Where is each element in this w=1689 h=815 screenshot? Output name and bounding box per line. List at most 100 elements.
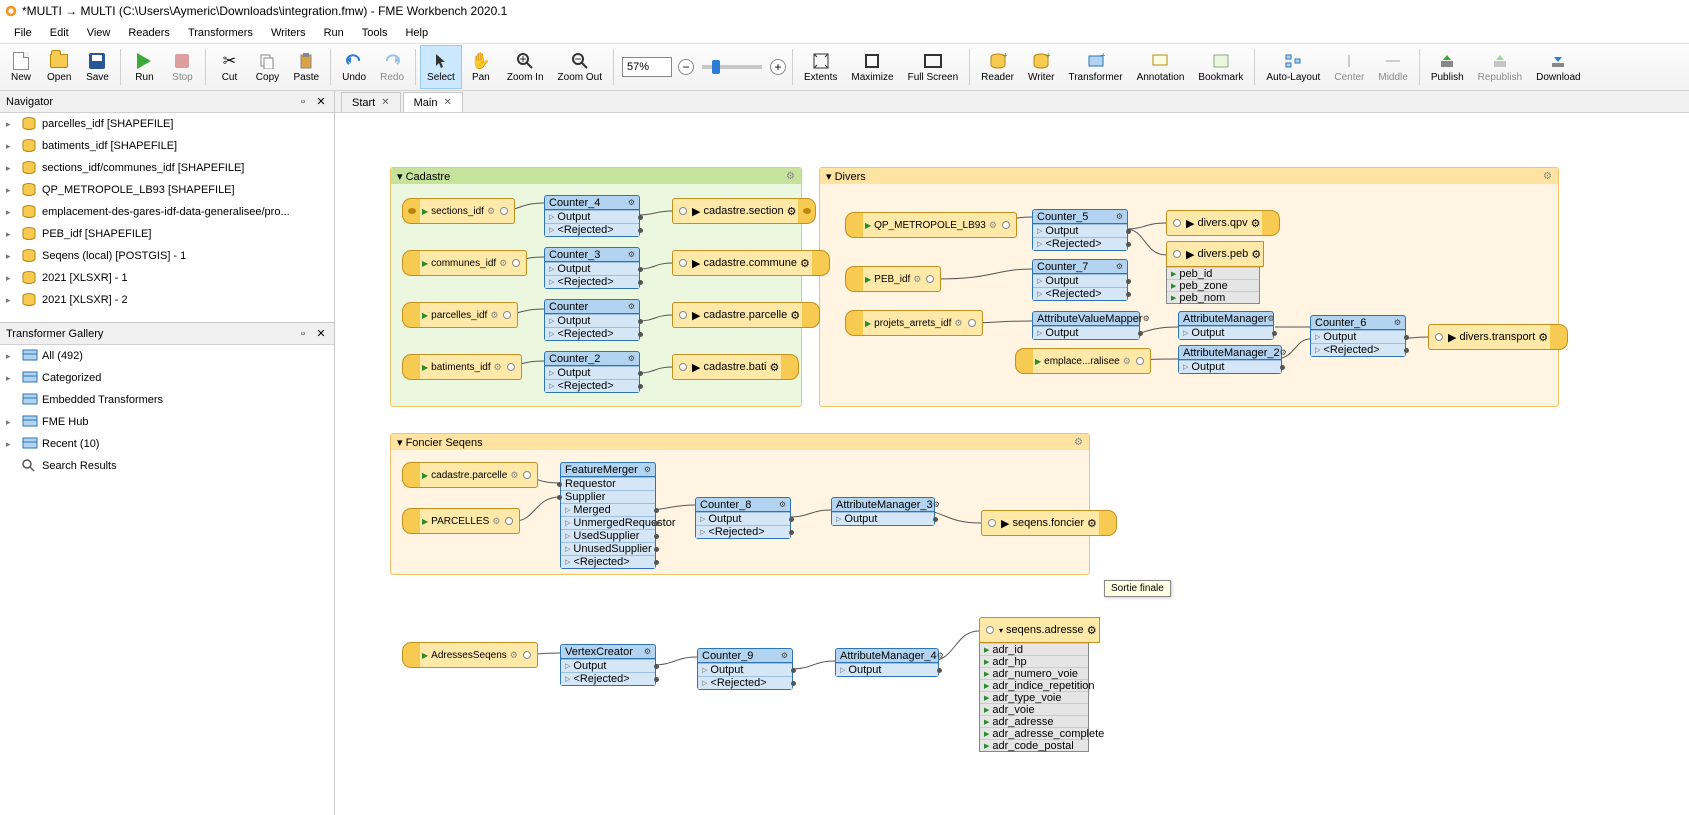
reader-parcelles-caps[interactable]: ▶PARCELLES⚙ (402, 508, 520, 534)
toolbar-undo-button[interactable]: Undo (335, 45, 373, 89)
navigator-item[interactable]: ▸QP_METROPOLE_LB93 [SHAPEFILE] (0, 179, 334, 201)
menu-writers[interactable]: Writers (263, 25, 314, 41)
toolbar-zoom-in-button[interactable]: Zoom In (500, 45, 551, 89)
navigator-item[interactable]: ▸2021 [XLSXR] - 1 (0, 267, 334, 289)
navigator-item[interactable]: ▸batiments_idf [SHAPEFILE] (0, 135, 334, 157)
toolbar-publish-button[interactable]: Publish (1424, 45, 1471, 89)
menu-run[interactable]: Run (316, 25, 352, 41)
close-icon[interactable]: ✕ (443, 97, 451, 108)
toolbar-cut-button[interactable]: ✂Cut (210, 45, 248, 89)
transformer-feature-merger[interactable]: FeatureMerger⚙ Requestor Supplier ▷Merge… (560, 462, 656, 569)
toolbar-zoom-out-button[interactable]: Zoom Out (551, 45, 609, 89)
transformer-counter-6[interactable]: Counter_6⚙ ▷Output ▷<Rejected> (1310, 315, 1406, 357)
reader-projets-arrets[interactable]: ▶projets_arrets_idf⚙ (845, 310, 983, 336)
reader-communes-idf[interactable]: ▶communes_idf⚙ (402, 250, 527, 276)
navigator-item[interactable]: ▸PEB_idf [SHAPEFILE] (0, 223, 334, 245)
writer-divers-transport[interactable]: ▶divers.transport⚙ (1428, 324, 1568, 350)
menu-view[interactable]: View (79, 25, 119, 41)
navigator-undock-icon[interactable]: ▫ (296, 95, 310, 109)
writer-cadastre-parcelle[interactable]: ▶cadastre.parcelle⚙ (672, 302, 820, 328)
navigator-item[interactable]: ▸parcelles_idf [SHAPEFILE] (0, 113, 334, 135)
reader-parcelles-idf[interactable]: ▶parcelles_idf⚙ (402, 302, 518, 328)
gallery-item[interactable]: ▸All (492) (0, 345, 334, 367)
writer-cadastre-section[interactable]: ▶cadastre.section⚙ (672, 198, 816, 224)
transformer-attribute-manager-4[interactable]: AttributeManager_4⚙ ▷Output (835, 648, 939, 677)
reader-sections-idf[interactable]: ▶sections_idf⚙ (402, 198, 515, 224)
menu-transformers[interactable]: Transformers (180, 25, 261, 41)
toolbar-annotation-button[interactable]: Annotation (1130, 45, 1192, 89)
menu-readers[interactable]: Readers (120, 25, 178, 41)
navigator-close-icon[interactable]: ✕ (314, 95, 328, 109)
reader-batiments-idf[interactable]: ▶batiments_idf⚙ (402, 354, 522, 380)
writer-cadastre-commune[interactable]: ▶cadastre.commune⚙ (672, 250, 830, 276)
toolbar-pan-button[interactable]: ✋Pan (462, 45, 500, 89)
transformer-gallery[interactable]: ▸All (492)▸CategorizedEmbedded Transform… (0, 345, 334, 815)
zoom-slider[interactable] (702, 65, 762, 69)
toolbar-maximize-button[interactable]: Maximize (844, 45, 900, 89)
navigator-item[interactable]: ▸sections_idf/communes_idf [SHAPEFILE] (0, 157, 334, 179)
reader-cadastre-parcelle[interactable]: ▶cadastre.parcelle⚙ (402, 462, 538, 488)
tab-start[interactable]: Start ✕ (341, 92, 401, 112)
transformer-counter-2[interactable]: Counter_2⚙ ▷Output ▷<Rejected> (544, 351, 640, 393)
menu-edit[interactable]: Edit (42, 25, 77, 41)
reader-adresses-seqens[interactable]: ▶AdressesSeqens⚙ (402, 642, 538, 668)
transformer-counter-8[interactable]: Counter_8⚙ ▷Output ▷<Rejected> (695, 497, 791, 539)
reader-emplacement[interactable]: ▶emplace...ralisee⚙ (1015, 348, 1151, 374)
toolbar-new-button[interactable]: New (2, 45, 40, 89)
gear-icon[interactable]: ⚙ (1074, 437, 1083, 448)
writer-divers-peb[interactable]: ▶divers.peb⚙ ▶peb_id ▶peb_zone ▶peb_nom (1166, 241, 1262, 304)
menu-file[interactable]: File (6, 25, 40, 41)
toolbar-reader-button[interactable]: +Reader (974, 45, 1021, 89)
toolbar-paste-button[interactable]: Paste (286, 45, 326, 89)
toolbar-full-screen-button[interactable]: Full Screen (901, 45, 966, 89)
writer-seqens-foncier[interactable]: ▶seqens.foncier⚙ (981, 510, 1117, 536)
tab-main[interactable]: Main ✕ (403, 92, 463, 112)
toolbar-extents-button[interactable]: Extents (797, 45, 844, 89)
gallery-close-icon[interactable]: ✕ (314, 327, 328, 341)
toolbar-transformer-button[interactable]: +Transformer (1061, 45, 1129, 89)
transformer-counter-4[interactable]: Counter_4⚙ ▷Output ▷<Rejected> (544, 195, 640, 237)
transformer-counter-3[interactable]: Counter_3⚙ ▷Output ▷<Rejected> (544, 247, 640, 289)
gallery-item[interactable]: Search Results (0, 455, 334, 477)
toolbar-select-button[interactable]: Select (420, 45, 462, 89)
zoom-input[interactable] (622, 57, 672, 77)
toolbar-run-button[interactable]: Run (125, 45, 163, 89)
transformer-counter[interactable]: Counter⚙ ▷Output ▷<Rejected> (544, 299, 640, 341)
navigator-item[interactable]: ▸emplacement-des-gares-idf-data-generali… (0, 201, 334, 223)
transformer-attribute-manager-2[interactable]: AttributeManager_2⚙ ▷Output (1178, 345, 1282, 374)
toolbar-copy-button[interactable]: Copy (248, 45, 286, 89)
zoom-plus-button[interactable]: + (770, 59, 786, 75)
transformer-vertex-creator[interactable]: VertexCreator⚙ ▷Output ▷<Rejected> (560, 644, 656, 686)
gallery-item[interactable]: Embedded Transformers (0, 389, 334, 411)
gallery-item[interactable]: ▸FME Hub (0, 411, 334, 433)
menu-tools[interactable]: Tools (354, 25, 396, 41)
transformer-attribute-value-mapper[interactable]: AttributeValueMapper⚙ ▷Output (1032, 311, 1140, 340)
navigator-item[interactable]: ▸2021 [XLSXR] - 2 (0, 289, 334, 311)
transformer-counter-5[interactable]: Counter_5⚙ ▷Output ▷<Rejected> (1032, 209, 1128, 251)
gear-icon[interactable]: ⚙ (786, 171, 795, 182)
transformer-attribute-manager-3[interactable]: AttributeManager_3⚙ ▷Output (831, 497, 935, 526)
navigator-tree[interactable]: ▸parcelles_idf [SHAPEFILE]▸batiments_idf… (0, 113, 334, 323)
gallery-item[interactable]: ▸Categorized (0, 367, 334, 389)
writer-cadastre-bati[interactable]: ▶cadastre.bati⚙ (672, 354, 799, 380)
toolbar-save-button[interactable]: Save (78, 45, 116, 89)
transformer-attribute-manager[interactable]: AttributeManager⚙ ▷Output (1178, 311, 1274, 340)
toolbar-bookmark-button[interactable]: Bookmark (1191, 45, 1250, 89)
transformer-counter-9[interactable]: Counter_9⚙ ▷Output ▷<Rejected> (697, 648, 793, 690)
toolbar-open-button[interactable]: Open (40, 45, 78, 89)
close-icon[interactable]: ✕ (381, 97, 389, 108)
navigator-item[interactable]: ▸Seqens (local) [POSTGIS] - 1 (0, 245, 334, 267)
toolbar-auto-layout-button[interactable]: Auto-Layout (1259, 45, 1327, 89)
gallery-item[interactable]: ▸Recent (10) (0, 433, 334, 455)
reader-qp-metropole[interactable]: ▶QP_METROPOLE_LB93⚙ (845, 212, 1017, 238)
toolbar-download-button[interactable]: Download (1529, 45, 1587, 89)
writer-divers-qpv[interactable]: ▶divers.qpv⚙ (1166, 210, 1280, 236)
writer-seqens-adresse[interactable]: ▾seqens.adresse⚙ ▶adr_id▶adr_hp▶adr_nume… (979, 617, 1091, 752)
workspace-canvas[interactable]: ▾ Cadastre⚙ ▾ Divers⚙ ▾ Foncier Seqens⚙ … (335, 113, 1689, 815)
gallery-undock-icon[interactable]: ▫ (296, 327, 310, 341)
zoom-minus-button[interactable]: − (678, 59, 694, 75)
gear-icon[interactable]: ⚙ (1543, 171, 1552, 182)
toolbar-writer-button[interactable]: +Writer (1021, 45, 1061, 89)
reader-peb-idf[interactable]: ▶PEB_idf⚙ (845, 266, 941, 292)
transformer-counter-7[interactable]: Counter_7⚙ ▷Output ▷<Rejected> (1032, 259, 1128, 301)
